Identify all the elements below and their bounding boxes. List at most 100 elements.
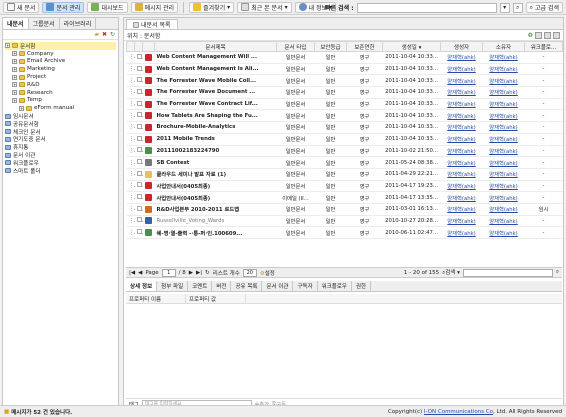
recent-docs-button[interactable]: 최근 본 문서 ▾ [237, 1, 292, 13]
tree-node[interactable]: + Marketing [5, 65, 116, 73]
row-handle[interactable]: ⋮ [126, 168, 135, 181]
detail-tab[interactable]: 문서 이관 [262, 281, 294, 291]
row-checkbox[interactable] [136, 65, 142, 71]
doc-title[interactable]: The Forrester Wave Document ... [154, 86, 277, 99]
expand-icon[interactable]: + [12, 58, 17, 64]
expand-icon[interactable]: + [12, 97, 17, 103]
owner-link[interactable]: 양재혁(ahk) [482, 191, 525, 204]
row-handle[interactable]: ⋮ [126, 74, 135, 88]
list-search-input[interactable] [462, 268, 553, 277]
doc-title[interactable]: 20111002183224790 [154, 145, 277, 158]
expand-icon[interactable]: + [12, 74, 17, 80]
dashboard-button[interactable]: 대시보드 [87, 1, 128, 13]
row-handle[interactable]: ⋮ [126, 51, 135, 64]
tab-library[interactable]: 라이브러리 [60, 18, 97, 29]
column-header[interactable]: 문서제목 [154, 41, 277, 52]
creator-link[interactable]: 양재혁(ahk) [440, 121, 483, 134]
creator-link[interactable]: 양재혁(ahk) [440, 226, 483, 239]
row-checkbox[interactable] [136, 88, 142, 94]
first-page-icon[interactable]: |◀ [129, 270, 135, 276]
column-header[interactable]: 워크플로... [524, 41, 563, 52]
creator-link[interactable]: 양재혁(ahk) [440, 203, 483, 216]
creator-link[interactable]: 양재혁(ahk) [440, 191, 483, 204]
creator-link[interactable]: 양재혁(ahk) [440, 109, 483, 123]
thumbnail-view-icon[interactable] [544, 31, 551, 39]
tree-node[interactable]: 휴지통 [5, 143, 116, 151]
row-checkbox-cell[interactable] [134, 121, 143, 134]
expand-icon[interactable]: + [12, 51, 17, 57]
quick-search-input[interactable] [356, 2, 497, 13]
row-handle[interactable]: ⋮ [126, 109, 135, 123]
detail-tab[interactable]: 코멘트 [188, 281, 213, 291]
table-row[interactable]: ⋮ 쉐-명·열-출력 -·통-퍼·인.100609... 일반문서 일반 영구 2010-… [126, 226, 563, 239]
table-row[interactable]: ⋮ 클라우드 세미나 발표 자료 (1) 일반문서 일반 영구 2011-04-29 22… [126, 168, 563, 181]
tree-node[interactable]: + Temp [5, 97, 116, 105]
row-handle[interactable]: ⋮ [126, 121, 135, 134]
row-checkbox[interactable] [136, 205, 142, 211]
row-checkbox-cell[interactable] [134, 51, 143, 64]
row-checkbox[interactable] [136, 159, 142, 165]
detail-tab[interactable]: 권한 [352, 281, 372, 291]
row-handle[interactable]: ⋮ [126, 63, 135, 76]
detail-tab[interactable]: 워크플로우 [318, 281, 352, 291]
column-header[interactable]: 보안등급 [314, 41, 347, 52]
page-input[interactable]: 1 [161, 268, 176, 277]
table-row[interactable]: ⋮ The Forrester Wave Document ... 일반문서 일반 영구… [126, 86, 563, 99]
row-checkbox-cell[interactable] [134, 191, 143, 204]
refresh-icon[interactable]: ♻ [528, 32, 533, 39]
detail-view-icon[interactable] [553, 31, 560, 39]
doc-title[interactable]: SB Contest [154, 156, 277, 169]
row-checkbox-cell[interactable] [134, 145, 143, 158]
owner-link[interactable]: 양재혁(ahk) [482, 180, 525, 193]
tree-node[interactable]: + eForm manual [5, 104, 116, 112]
table-row[interactable]: ⋮ The Forrester Wave Contract Lif... 일반문서 일… [126, 98, 563, 111]
row-handle[interactable]: ⋮ [126, 191, 135, 204]
table-row[interactable]: ⋮ 사업안내서(0405최종) 이메일 (II... 일반 영구 2011-04-17 1… [126, 191, 563, 204]
creator-link[interactable]: 양재혁(ahk) [440, 156, 483, 169]
doc-title[interactable]: Web Content Management Is Ali... [154, 63, 277, 76]
detail-tab[interactable]: 공유 목록 [231, 281, 263, 291]
table-row[interactable]: ⋮ How Tablets Are Shaping the Fu... 일반문서 일반… [126, 109, 563, 123]
creator-link[interactable]: 양재혁(ahk) [440, 133, 483, 146]
row-checkbox-cell[interactable] [134, 180, 143, 193]
row-checkbox-cell[interactable] [134, 226, 143, 239]
tab-group-docs[interactable]: 그룹문서 [29, 18, 60, 29]
prev-page-icon[interactable]: ◀ [138, 270, 142, 276]
expand-icon[interactable]: + [12, 66, 17, 72]
next-page-icon[interactable]: ▶ [189, 270, 193, 276]
table-row[interactable]: ⋮ 사업안내서(0405최종) 일반문서 일반 영구 2011-04-17 19:23..… [126, 180, 563, 193]
tree-node[interactable]: 문서 이관 [5, 151, 116, 159]
detail-tab[interactable]: 구독자 [293, 281, 318, 291]
doc-title[interactable]: 사업안내서(0405최종) [154, 191, 277, 204]
row-checkbox[interactable] [136, 100, 142, 106]
detail-tab[interactable]: 첨부 파일 [157, 281, 189, 291]
creator-link[interactable]: 양재혁(ahk) [440, 74, 483, 88]
expand-icon[interactable]: + [5, 43, 10, 49]
creator-link[interactable]: 양재혁(ahk) [440, 98, 483, 111]
search-icon[interactable]: ⌕ [556, 269, 559, 276]
row-checkbox-cell[interactable] [134, 109, 143, 123]
doc-title[interactable]: Brochure-Mobile-Analytics [154, 121, 277, 134]
row-checkbox-cell[interactable] [134, 63, 143, 76]
search-icon[interactable]: ⌕ [512, 2, 523, 13]
owner-link[interactable]: 양재혁(ahk) [482, 168, 525, 181]
column-header[interactable]: 보존연한 [346, 41, 383, 52]
owner-link[interactable]: 양재혁(ahk) [482, 109, 525, 123]
list-count-input[interactable]: 20 [242, 268, 257, 277]
row-checkbox[interactable] [136, 147, 142, 153]
table-row[interactable]: ⋮ SB Contest 일반문서 일반 영구 2011-05-24 08:38... 양재… [126, 156, 563, 169]
row-handle[interactable]: ⋮ [126, 180, 135, 193]
owner-link[interactable]: 양재혁(ahk) [482, 215, 525, 228]
message-manage-button[interactable]: 메시지 관리 [130, 1, 179, 13]
tab-my-docs[interactable]: 내문서 [3, 18, 29, 29]
row-checkbox-cell[interactable] [134, 133, 143, 146]
row-checkbox-cell[interactable] [134, 156, 143, 169]
advanced-search-button[interactable]: ⌕ 고급 검색 [525, 2, 563, 13]
doc-title[interactable]: 사업안내서(0405최종) [154, 180, 277, 193]
table-row[interactable]: ⋮ Russellville_Voting_Wards 일반문서 일반 영구 2010-1… [126, 215, 563, 228]
row-checkbox[interactable] [136, 182, 142, 188]
doc-title[interactable]: The Forrester Wave Mobile Coll... [154, 74, 277, 88]
tree-node[interactable]: + Project [5, 73, 116, 81]
row-handle[interactable]: ⋮ [126, 156, 135, 169]
owner-link[interactable]: 양재혁(ahk) [482, 133, 525, 146]
